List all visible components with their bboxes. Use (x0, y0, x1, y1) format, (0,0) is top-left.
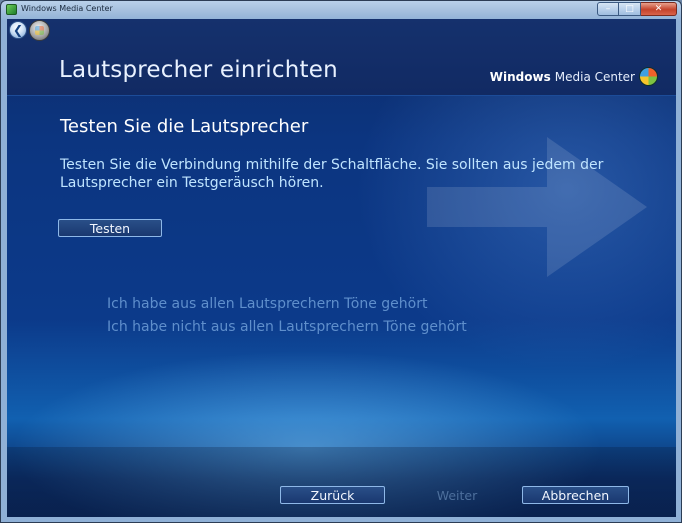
close-button[interactable]: ✕ (641, 2, 677, 16)
brand-logo: Windows Media Center (490, 67, 658, 86)
option-all-speakers-heard[interactable]: Ich habe aus allen Lautsprechern Töne ge… (107, 296, 427, 312)
start-orb-icon[interactable] (29, 20, 50, 41)
brand-name-light: Media Center (554, 69, 635, 84)
media-center-client: ❮ Lautsprecher einrichten Windows Media … (7, 19, 676, 517)
back-button[interactable]: Zurück (280, 486, 385, 504)
section-heading: Testen Sie die Lautsprecher (60, 116, 309, 137)
window-title: Windows Media Center (21, 4, 113, 13)
media-center-app-icon (6, 4, 17, 15)
media-center-window: Windows Media Center – □ ✕ ❮ Lautspreche… (0, 0, 682, 523)
minimize-button[interactable]: – (597, 2, 619, 16)
header-divider (7, 95, 676, 96)
maximize-button[interactable]: □ (619, 2, 641, 16)
next-button[interactable]: Weiter (407, 486, 507, 504)
brand-name-bold: Windows (489, 69, 551, 84)
caption-buttons: – □ ✕ (597, 2, 677, 16)
title-bar[interactable]: Windows Media Center – □ ✕ (1, 1, 681, 19)
footer-bar (7, 447, 676, 517)
cancel-button[interactable]: Abbrechen (522, 486, 629, 504)
windows-flag-icon (639, 67, 658, 86)
instructions-text: Testen Sie die Verbindung mithilfe der S… (60, 157, 604, 191)
option-not-all-speakers-heard[interactable]: Ich habe nicht aus allen Lautsprechern T… (107, 319, 467, 335)
back-arrow-icon[interactable]: ❮ (9, 21, 27, 39)
test-button[interactable]: Testen (58, 219, 162, 237)
page-title: Lautsprecher einrichten (59, 57, 338, 83)
